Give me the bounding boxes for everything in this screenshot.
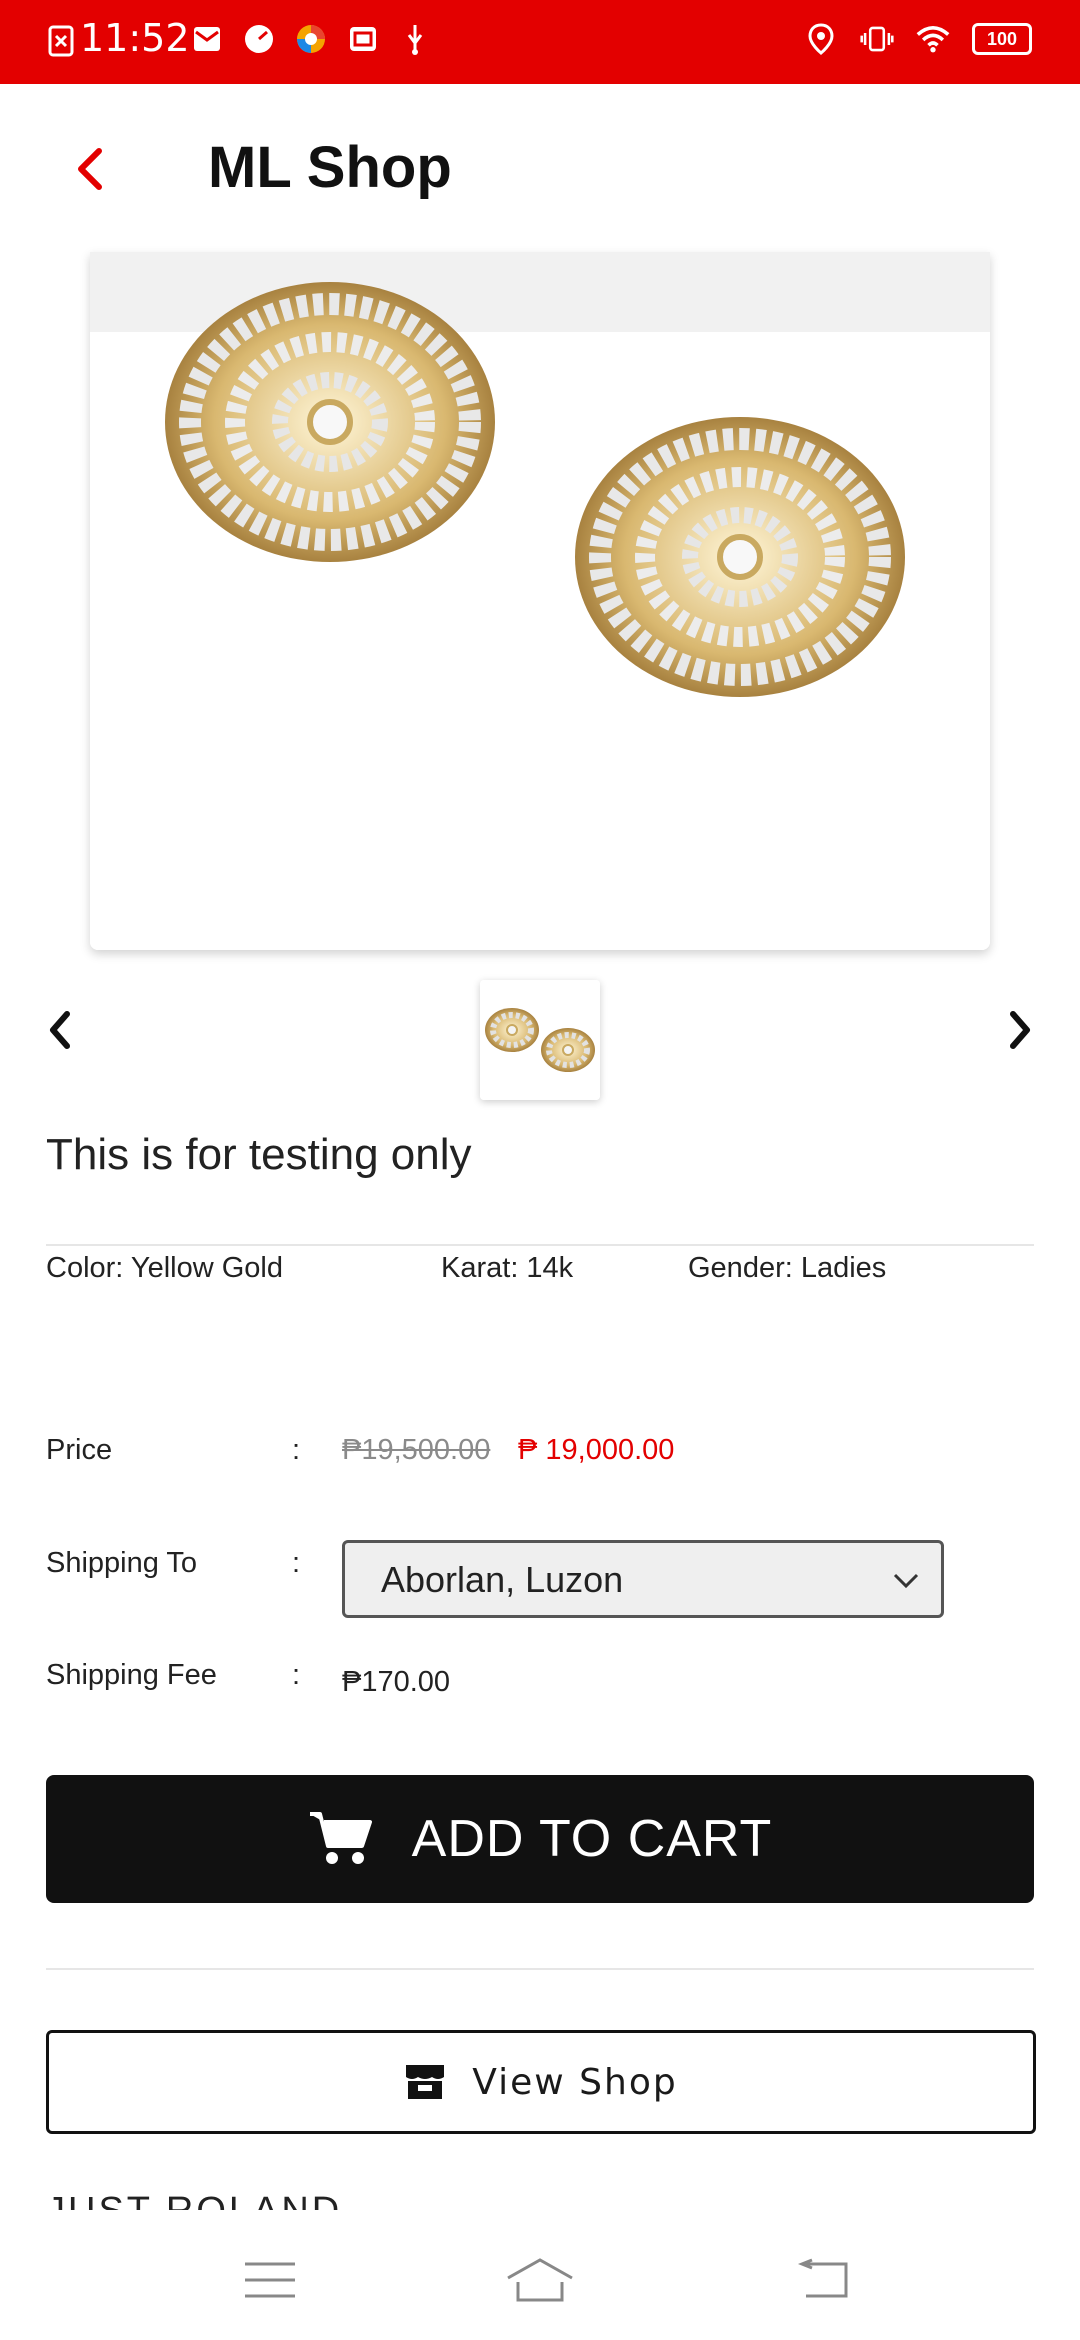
shipping-to-colon: : <box>292 1547 301 1579</box>
menu-icon <box>245 2262 295 2298</box>
attribute-gender: Gender: Ladies <box>688 1252 887 1284</box>
vibrate-icon <box>860 22 894 56</box>
sale-price: ₱ 19,000.00 <box>518 1434 675 1466</box>
page-title: ML Shop <box>208 135 452 200</box>
shipping-location-select[interactable]: Aborlan, Luzon <box>342 1540 944 1618</box>
store-icon <box>406 2065 445 2099</box>
usb-icon <box>398 22 432 56</box>
location-icon <box>804 22 838 56</box>
browser-icon <box>294 22 328 56</box>
add-to-cart-button[interactable]: ADD TO CART <box>46 1775 1034 1903</box>
attribute-color: Color: Yellow Gold <box>46 1252 283 1284</box>
back-icon <box>797 2258 848 2298</box>
shipping-to-label: Shipping To <box>46 1547 198 1579</box>
home-button[interactable] <box>500 2250 580 2310</box>
wifi-icon <box>916 22 950 56</box>
original-price: ₱19,500.00 <box>342 1434 491 1466</box>
sim-error-icon <box>44 24 78 58</box>
shipping-location-value: Aborlan, Luzon <box>381 1559 624 1600</box>
inbox-icon <box>346 22 380 56</box>
speed-icon <box>242 22 276 56</box>
product-image[interactable] <box>90 252 990 950</box>
price-label: Price <box>46 1434 113 1466</box>
system-nav-bar <box>0 2210 1080 2340</box>
cart-icon <box>309 1812 372 1864</box>
status-time: 11:52 <box>80 16 190 60</box>
carousel-next-button[interactable] <box>990 1000 1050 1060</box>
carousel-prev-button[interactable] <box>30 1000 90 1060</box>
chevron-left-icon <box>78 148 102 190</box>
chevron-down-icon <box>893 1573 919 1589</box>
shipping-fee-label: Shipping Fee <box>46 1659 217 1691</box>
battery-level: 100 <box>986 28 1018 49</box>
mail-icon <box>190 22 224 56</box>
add-to-cart-label: ADD TO CART <box>411 1810 773 1868</box>
back-nav-button[interactable] <box>784 2250 864 2310</box>
status-bar: 11:52 100 <box>0 0 1080 84</box>
divider <box>46 1244 1034 1246</box>
chevron-left-icon <box>50 1011 70 1049</box>
price-colon: : <box>292 1434 301 1466</box>
product-thumbnail[interactable] <box>480 980 600 1100</box>
back-button[interactable] <box>60 134 120 204</box>
attribute-karat: Karat: 14k <box>441 1252 574 1284</box>
product-name: This is for testing only <box>46 1130 472 1179</box>
shipping-fee-value: ₱170.00 <box>342 1666 451 1698</box>
chevron-right-icon <box>1010 1011 1030 1049</box>
menu-button[interactable] <box>230 2250 310 2310</box>
home-icon <box>507 2258 573 2302</box>
battery-icon: 100 <box>972 23 1032 55</box>
view-shop-label: View Shop <box>472 2061 678 2103</box>
shipping-fee-colon: : <box>292 1659 301 1691</box>
divider <box>46 1968 1034 1970</box>
view-shop-button[interactable]: View Shop <box>46 2030 1036 2134</box>
app-bar: ML Shop <box>0 84 1080 252</box>
